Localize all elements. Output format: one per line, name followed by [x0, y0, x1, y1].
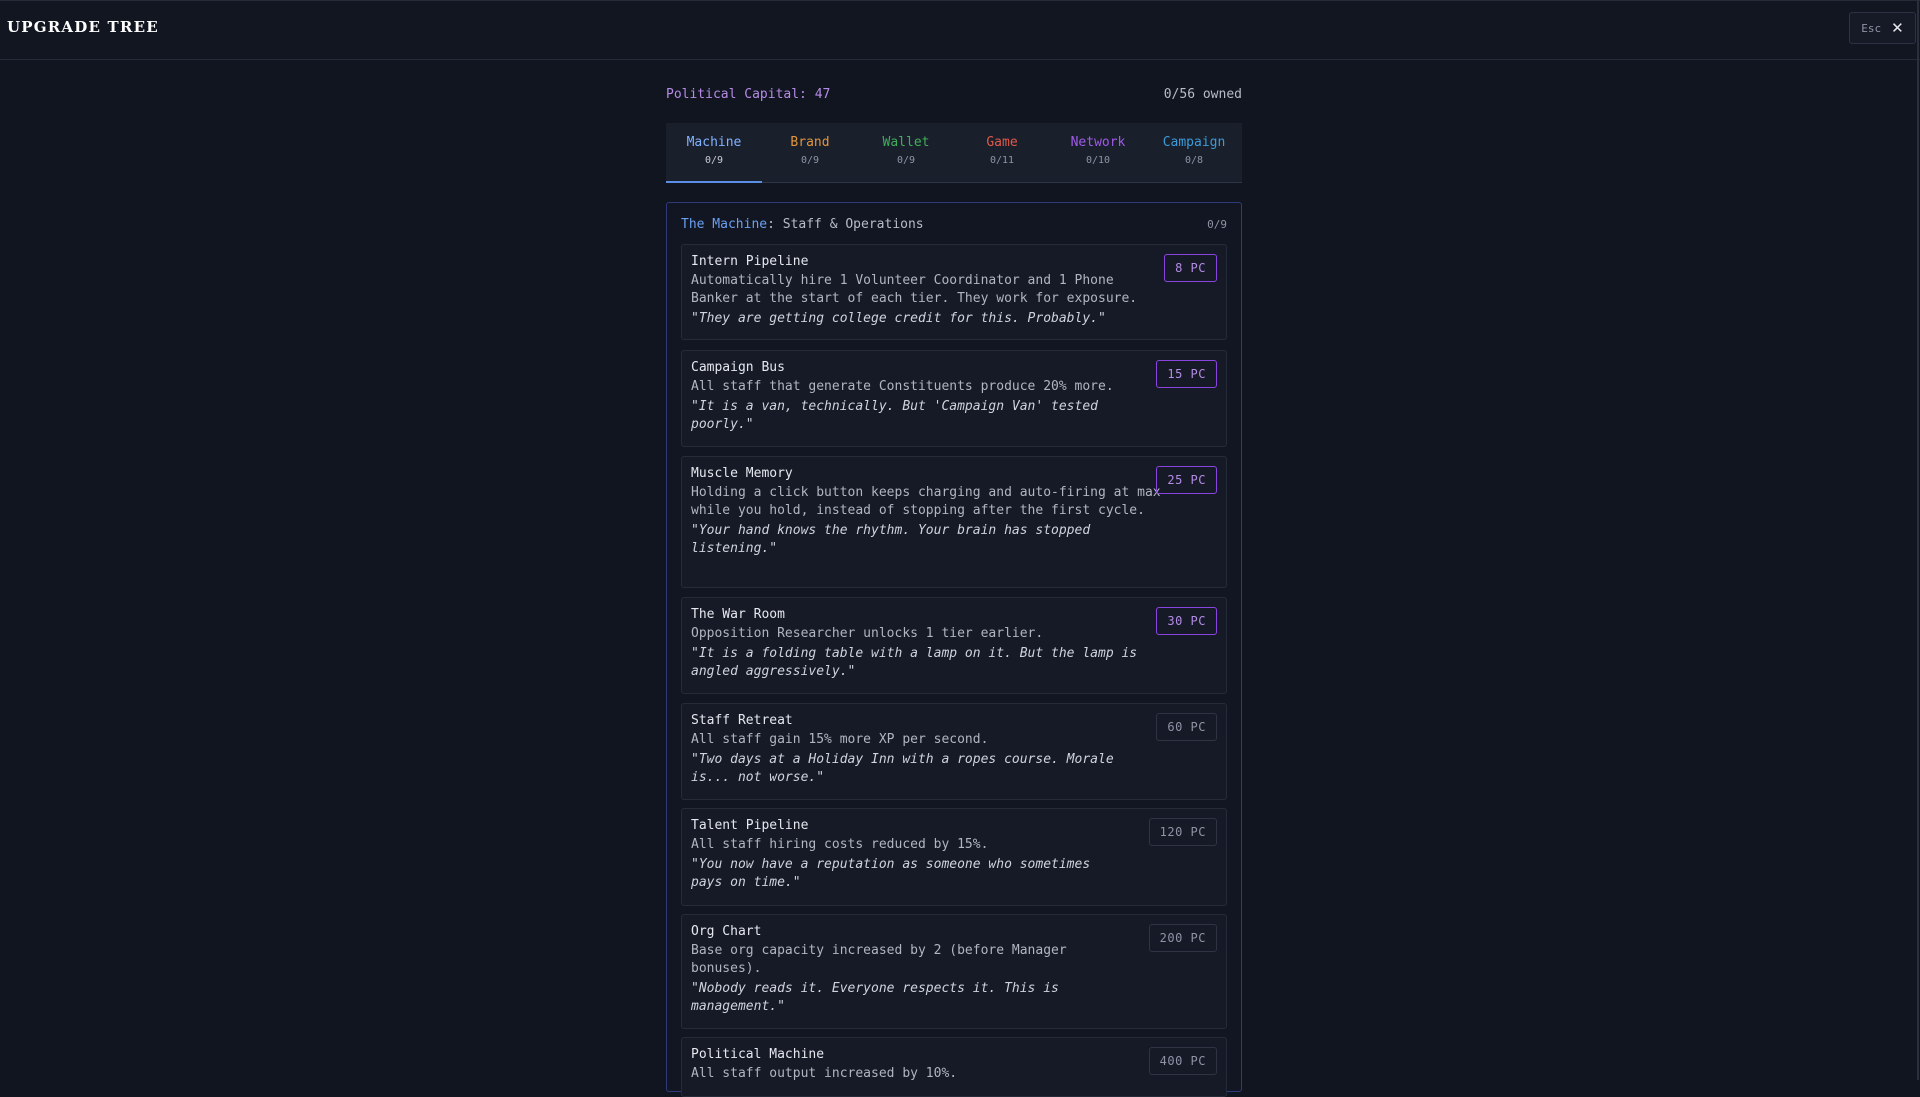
upgrade-title: The War Room	[691, 607, 785, 622]
category-tabs: Machine 0/9 Brand 0/9 Wallet 0/9 Game 0/…	[666, 123, 1242, 183]
upgrade-description: All staff hiring costs reduced by 15%.	[691, 837, 989, 852]
upgrade-title: Muscle Memory	[691, 466, 793, 481]
tab-machine[interactable]: Machine 0/9	[666, 123, 762, 183]
upgrade-description: All staff output increased by 10%.	[691, 1066, 958, 1081]
upgrade-quote: "They are getting college credit for thi…	[691, 311, 1106, 326]
upgrade-quote: "It is a folding table with a lamp on it…	[691, 646, 1138, 679]
upgrade-quote: "You now have a reputation as someone wh…	[691, 857, 1091, 890]
upgrade-title: Talent Pipeline	[691, 818, 809, 833]
close-icon: ✕	[1891, 19, 1904, 37]
upgrade-title: Campaign Bus	[691, 360, 785, 375]
esc-label: Esc	[1861, 21, 1882, 35]
panel-count: 0/9	[1207, 218, 1227, 231]
upgrade-description: Holding a click button keeps charging an…	[691, 485, 1161, 518]
upgrade-card-war-room: The War Room Opposition Researcher unloc…	[681, 597, 1227, 694]
upgrade-card-talent-pipeline: Talent Pipeline All staff hiring costs r…	[681, 808, 1227, 906]
upgrade-quote: "Your hand knows the rhythm. Your brain …	[691, 523, 1091, 556]
upgrade-panel: The Machine: Staff & Operations 0/9 Inte…	[666, 202, 1242, 1097]
tab-label: Campaign	[1162, 135, 1226, 150]
upgrade-quote: "It is a van, technically. But 'Campaign…	[691, 399, 1098, 432]
status-row: Political Capital: 47 0/56 owned	[666, 87, 1242, 103]
upgrade-title: Org Chart	[691, 924, 762, 939]
buy-button[interactable]: 200 PC	[1148, 924, 1217, 952]
tab-count: 0/11	[989, 155, 1015, 166]
tab-campaign[interactable]: Campaign 0/8	[1146, 123, 1242, 182]
upgrade-title: Staff Retreat	[691, 713, 793, 728]
scrollbar[interactable]	[1917, 0, 1919, 1080]
tab-label: Network	[1070, 135, 1126, 150]
upgrade-title: Political Machine	[691, 1047, 825, 1062]
buy-button[interactable]: 30 PC	[1156, 607, 1217, 635]
tab-count: 0/8	[1184, 155, 1204, 166]
upgrade-card-political-machine: Political Machine All staff output incre…	[681, 1037, 1227, 1097]
tab-count: 0/10	[1085, 155, 1111, 166]
upgrade-description: Automatically hire 1 Volunteer Coordinat…	[691, 273, 1138, 306]
upgrade-description: All staff that generate Constituents pro…	[691, 379, 1114, 394]
upgrade-card-muscle-memory: Muscle Memory Holding a click button kee…	[681, 456, 1227, 588]
tab-count: 0/9	[896, 155, 916, 166]
tab-count: 0/9	[704, 155, 724, 166]
upgrade-card-staff-retreat: Staff Retreat All staff gain 15% more XP…	[681, 703, 1227, 800]
tab-count: 0/9	[800, 155, 820, 166]
buy-button[interactable]: 120 PC	[1148, 818, 1217, 846]
tab-label: Brand	[790, 135, 830, 150]
buy-button[interactable]: 400 PC	[1148, 1047, 1217, 1075]
page-title: UPGRADE TREE	[7, 18, 159, 36]
tab-wallet[interactable]: Wallet 0/9	[858, 123, 954, 182]
panel-header: The Machine: Staff & Operations 0/9	[681, 217, 1227, 233]
upgrade-description: Opposition Researcher unlocks 1 tier ear…	[691, 626, 1044, 641]
owned-count: 0/56 owned	[1163, 87, 1242, 102]
tab-label: Game	[986, 135, 1018, 150]
buy-button[interactable]: 25 PC	[1156, 466, 1217, 494]
buy-button[interactable]: 60 PC	[1156, 713, 1217, 741]
upgrade-quote: "Two days at a Holiday Inn with a ropes …	[691, 752, 1114, 785]
close-button[interactable]: Esc ✕	[1849, 12, 1916, 44]
panel-subtitle: : Staff & Operations	[767, 217, 924, 232]
tab-game[interactable]: Game 0/11	[954, 123, 1050, 182]
tab-label: Wallet	[882, 135, 930, 150]
political-capital: Political Capital: 47	[666, 87, 831, 102]
upgrade-card-intern-pipeline: Intern Pipeline Automatically hire 1 Vol…	[681, 244, 1227, 340]
buy-button[interactable]: 15 PC	[1156, 360, 1217, 388]
panel-name: The Machine	[681, 217, 768, 232]
upgrade-description: All staff gain 15% more XP per second.	[691, 732, 989, 747]
tab-network[interactable]: Network 0/10	[1050, 123, 1146, 182]
upgrade-description: Base org capacity increased by 2 (before…	[691, 943, 1067, 976]
upgrade-title: Intern Pipeline	[691, 254, 809, 269]
upgrade-card-org-chart: Org Chart Base org capacity increased by…	[681, 914, 1227, 1029]
tab-brand[interactable]: Brand 0/9	[762, 123, 858, 182]
top-bar: UPGRADE TREE Esc ✕	[0, 0, 1920, 60]
buy-button[interactable]: 8 PC	[1164, 254, 1217, 282]
upgrade-quote: "Nobody reads it. Everyone respects it. …	[691, 981, 1059, 1014]
upgrade-card-campaign-bus: Campaign Bus All staff that generate Con…	[681, 350, 1227, 447]
tab-label: Machine	[686, 135, 742, 150]
